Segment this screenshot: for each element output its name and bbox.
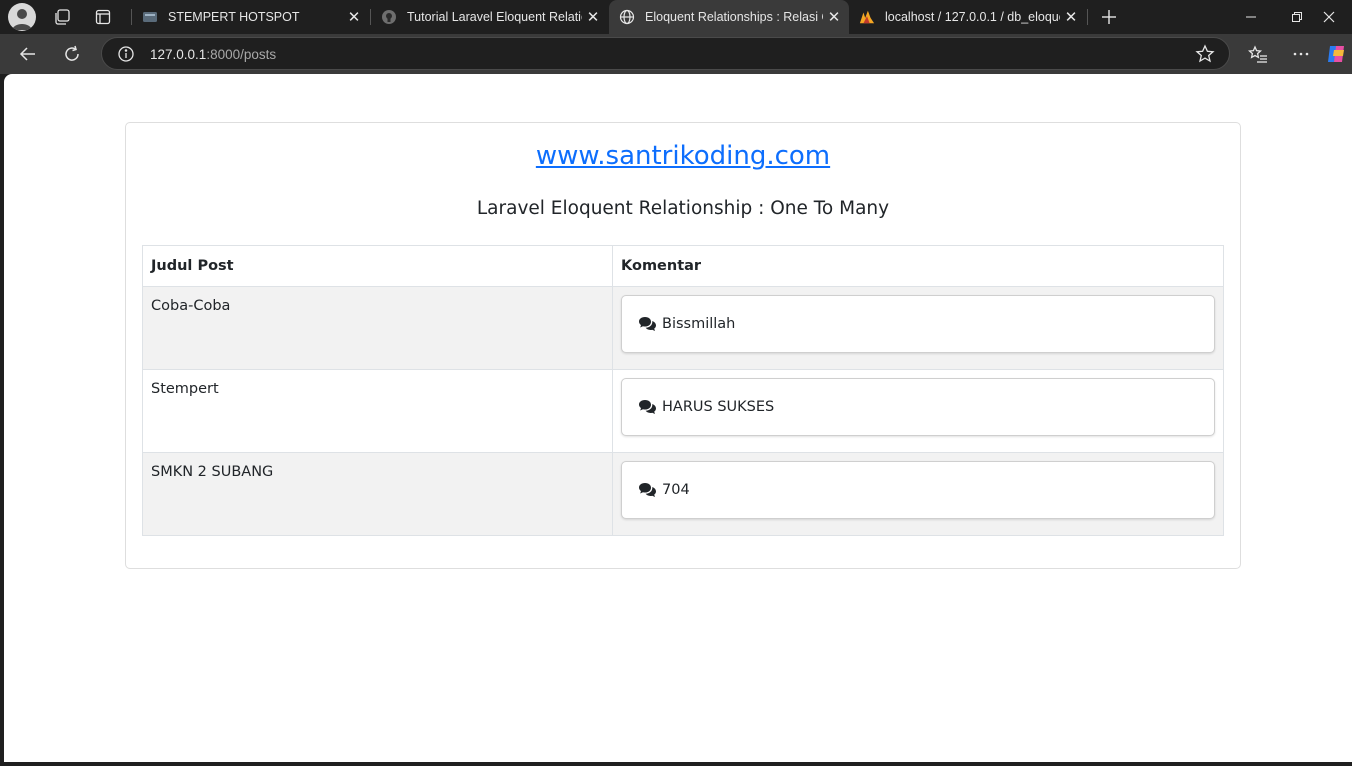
tab-eloquent-relationships[interactable]: Eloquent Relationships : Relasi On ✕ bbox=[609, 0, 849, 34]
site-info-icon[interactable] bbox=[117, 45, 135, 63]
tab-strip: STEMPERT HOTSPOT ✕ Tutorial Laravel Eloq… bbox=[0, 0, 1352, 34]
refresh-icon[interactable] bbox=[56, 39, 88, 69]
close-tab-icon[interactable]: ✕ bbox=[582, 6, 604, 28]
favorite-star-icon[interactable] bbox=[1195, 44, 1215, 64]
tab-phpmyadmin[interactable]: localhost / 127.0.0.1 / db_eloquen ✕ bbox=[849, 0, 1086, 34]
workspaces-icon[interactable] bbox=[48, 4, 76, 30]
comment-cell: 704 bbox=[612, 452, 1224, 536]
content-card: www.santrikoding.com Laravel Eloquent Re… bbox=[125, 122, 1241, 569]
comments-icon bbox=[638, 482, 657, 498]
site-link-container: www.santrikoding.com bbox=[126, 141, 1240, 171]
close-window-icon[interactable] bbox=[1306, 0, 1352, 34]
tab-title: Eloquent Relationships : Relasi On bbox=[645, 10, 823, 24]
tab-actions-icon[interactable] bbox=[89, 4, 117, 30]
url-host: 127.0.0.1 bbox=[150, 47, 207, 62]
column-header-komentar: Komentar bbox=[612, 245, 1224, 287]
browser-toolbar: 127.0.0.1:8000/posts bbox=[0, 34, 1352, 74]
address-bar[interactable]: 127.0.0.1:8000/posts bbox=[101, 37, 1230, 70]
tab-title: localhost / 127.0.0.1 / db_eloquen bbox=[885, 10, 1060, 24]
close-tab-icon[interactable]: ✕ bbox=[343, 6, 365, 28]
table-row: SMKN 2 SUBANG 704 bbox=[142, 452, 1224, 536]
comment-text: HARUS SUKSES bbox=[662, 399, 775, 415]
globe-icon bbox=[619, 9, 635, 25]
tab-stempert-hotspot[interactable]: STEMPERT HOTSPOT ✕ bbox=[132, 0, 369, 34]
site-link[interactable]: www.santrikoding.com bbox=[536, 141, 830, 171]
minimize-icon[interactable] bbox=[1228, 0, 1274, 34]
comment-text: Bissmillah bbox=[662, 316, 736, 332]
comment-cell: HARUS SUKSES bbox=[612, 369, 1224, 453]
comments-icon bbox=[638, 316, 657, 332]
tab-tutorial-laravel[interactable]: Tutorial Laravel Eloquent Relation ✕ bbox=[371, 0, 608, 34]
page-subtitle: Laravel Eloquent Relationship : One To M… bbox=[476, 198, 890, 219]
url-text[interactable]: 127.0.0.1:8000/posts bbox=[150, 47, 276, 62]
router-icon bbox=[142, 9, 158, 25]
profile-avatar-icon[interactable] bbox=[8, 3, 36, 31]
tab-title: STEMPERT HOTSPOT bbox=[168, 10, 300, 24]
phpmyadmin-icon bbox=[859, 9, 875, 25]
tab-title: Tutorial Laravel Eloquent Relation bbox=[407, 10, 582, 24]
comment-text: 704 bbox=[662, 482, 690, 498]
github-icon bbox=[381, 9, 397, 25]
table-row: Coba-Coba Bissmillah bbox=[142, 286, 1224, 370]
table-row: Stempert HARUS SUKSES bbox=[142, 369, 1224, 453]
comment-card: HARUS SUKSES bbox=[621, 378, 1215, 436]
new-tab-icon[interactable] bbox=[1095, 4, 1123, 30]
comments-icon bbox=[638, 399, 657, 415]
comment-card: Bissmillah bbox=[621, 295, 1215, 353]
page-viewport: www.santrikoding.com Laravel Eloquent Re… bbox=[4, 74, 1352, 762]
post-title-cell: SMKN 2 SUBANG bbox=[142, 452, 613, 536]
close-tab-icon[interactable]: ✕ bbox=[823, 6, 845, 28]
more-options-icon[interactable] bbox=[1285, 39, 1317, 69]
back-arrow-icon[interactable] bbox=[12, 39, 44, 69]
post-title-cell: Coba-Coba bbox=[142, 286, 613, 370]
comment-cell: Bissmillah bbox=[612, 286, 1224, 370]
post-title-cell: Stempert bbox=[142, 369, 613, 453]
tab-separator bbox=[1087, 9, 1088, 25]
url-path: :8000/posts bbox=[206, 47, 277, 62]
column-header-judul-post: Judul Post bbox=[142, 245, 613, 287]
comment-card: 704 bbox=[621, 461, 1215, 519]
copilot-icon[interactable] bbox=[1326, 39, 1352, 69]
favorites-list-icon[interactable] bbox=[1242, 39, 1274, 69]
close-tab-icon[interactable]: ✕ bbox=[1060, 6, 1082, 28]
table-header-row: Judul Post Komentar bbox=[142, 245, 1224, 287]
posts-table: Judul Post Komentar Coba-Coba Bissmillah bbox=[142, 245, 1224, 536]
